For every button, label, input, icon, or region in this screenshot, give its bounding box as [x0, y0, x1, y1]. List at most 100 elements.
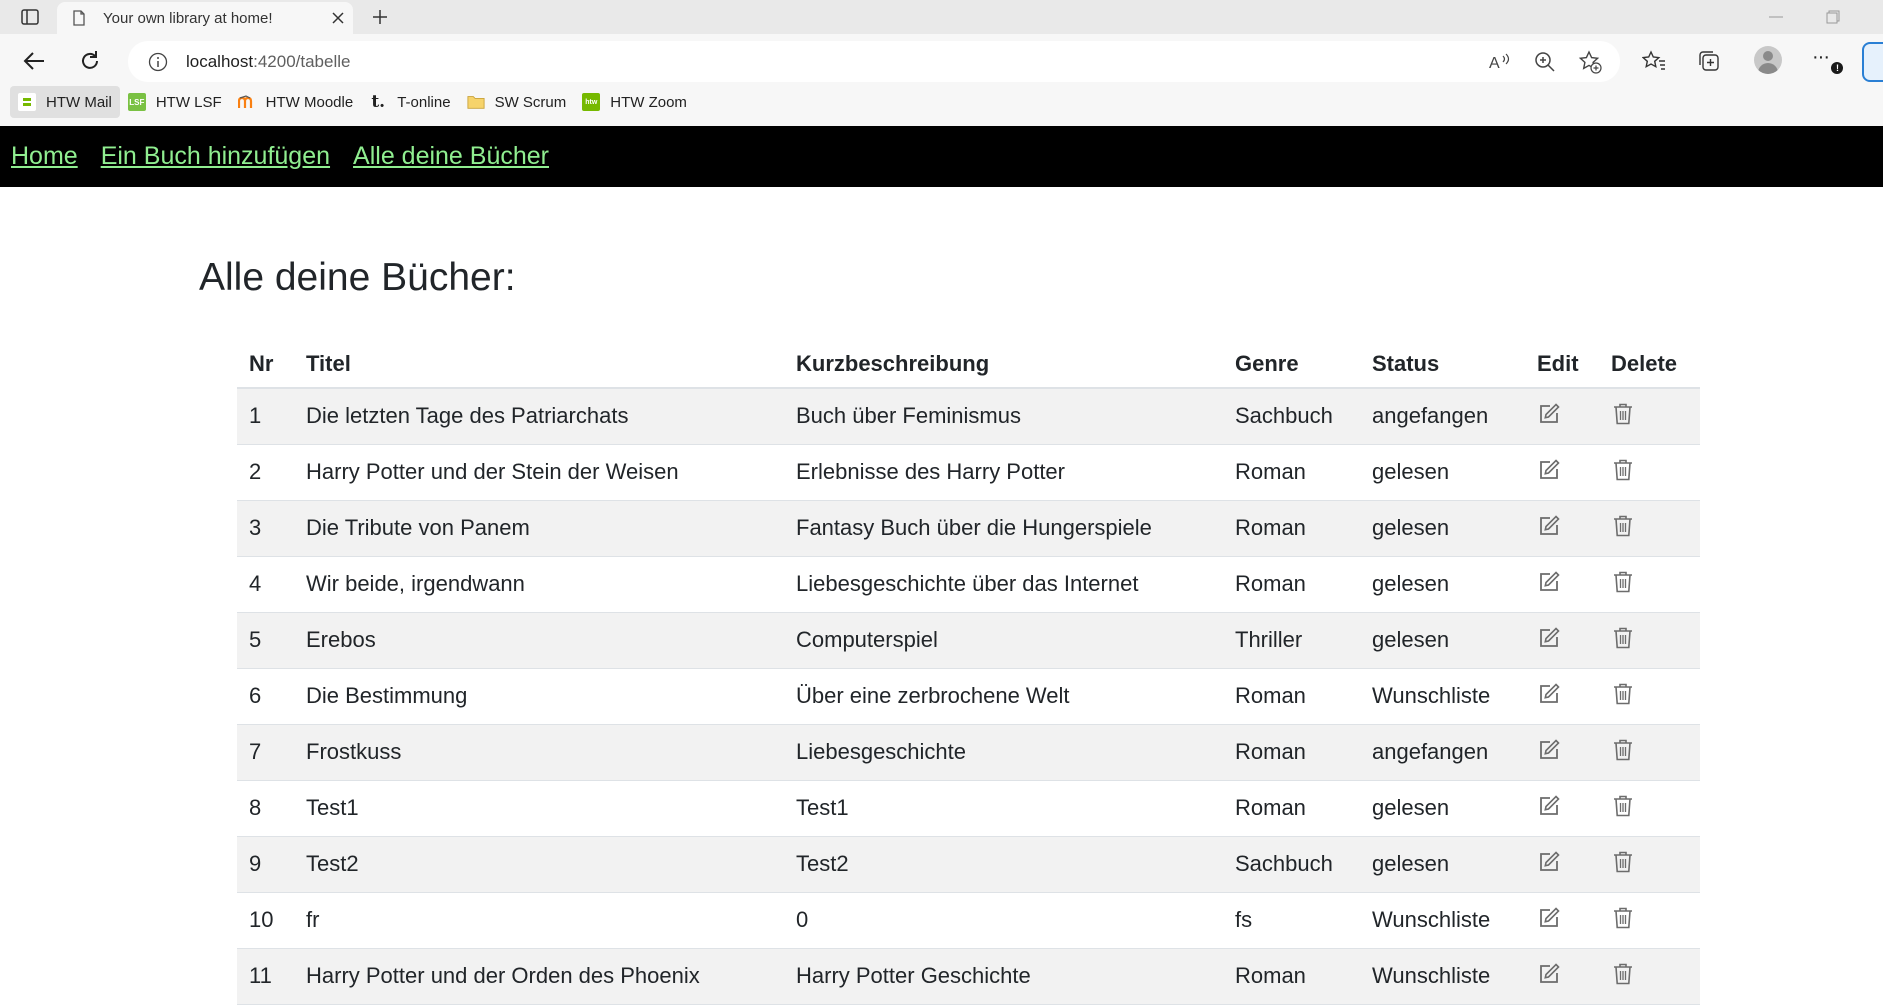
restore-icon[interactable] [1820, 6, 1846, 28]
collections-icon[interactable] [1695, 47, 1723, 75]
reload-icon[interactable] [72, 44, 108, 78]
profile-avatar[interactable] [1754, 46, 1782, 74]
edit-icon[interactable] [1537, 794, 1561, 818]
bookmark-t-online[interactable]: t. T-online [361, 86, 458, 118]
cell-delete [1599, 780, 1700, 837]
edit-icon[interactable] [1537, 458, 1561, 482]
edit-icon[interactable] [1537, 738, 1561, 762]
edge-sidebar-icon[interactable] [1862, 42, 1883, 82]
edit-icon[interactable] [1537, 850, 1561, 874]
bookmark-label: HTW LSF [155, 93, 222, 111]
new-tab-icon[interactable] [366, 4, 394, 30]
trash-icon[interactable] [1611, 514, 1635, 538]
edit-icon[interactable] [1537, 906, 1561, 930]
edit-icon[interactable] [1537, 402, 1561, 426]
page-title: Alle deine Bücher: [199, 256, 516, 299]
cell-edit [1525, 948, 1599, 1005]
edit-icon[interactable] [1537, 514, 1561, 538]
cell-status: gelesen [1360, 836, 1525, 893]
bookmark-htw-mail[interactable]: HTW Mail [10, 86, 120, 118]
cell-delete [1599, 892, 1700, 949]
back-icon[interactable] [16, 44, 52, 78]
cell-delete [1599, 556, 1700, 613]
cell-nr: 9 [237, 836, 294, 893]
cell-delete [1599, 444, 1700, 501]
cell-edit [1525, 556, 1599, 613]
edit-icon[interactable] [1537, 570, 1561, 594]
trash-icon[interactable] [1611, 906, 1635, 930]
cell-nr: 7 [237, 724, 294, 781]
edit-icon[interactable] [1537, 962, 1561, 986]
cell-title: Harry Potter und der Orden des Phoenix [294, 948, 784, 1005]
bookmark-label: T-online [397, 93, 451, 111]
edit-icon[interactable] [1537, 682, 1561, 706]
cell-edit [1525, 500, 1599, 557]
header-genre: Genre [1223, 340, 1360, 389]
cell-nr: 4 [237, 556, 294, 613]
cell-edit [1525, 724, 1599, 781]
table-row: 6 Die Bestimmung Über eine zerbrochene W… [237, 668, 1700, 725]
cell-edit [1525, 388, 1599, 445]
trash-icon[interactable] [1611, 626, 1635, 650]
minimize-icon[interactable] [1763, 6, 1789, 28]
bookmark-htw-zoom[interactable]: htw HTW Zoom [574, 86, 695, 118]
bookmark-label: HTW Zoom [610, 93, 687, 111]
nav-link-home[interactable]: Home [11, 142, 78, 171]
trash-icon[interactable] [1611, 458, 1635, 482]
cell-edit [1525, 612, 1599, 669]
cell-edit [1525, 444, 1599, 501]
trash-icon[interactable] [1611, 738, 1635, 762]
svg-text:A: A [1489, 55, 1500, 72]
table-row: 5 Erebos Computerspiel Thriller gelesen [237, 612, 1700, 669]
cell-delete [1599, 500, 1700, 557]
cell-description: Buch über Feminismus [784, 388, 1223, 445]
favorites-icon[interactable] [1640, 47, 1668, 75]
trash-icon[interactable] [1611, 570, 1635, 594]
table-row: 9 Test2 Test2 Sachbuch gelesen [237, 836, 1700, 893]
cell-status: Wunschliste [1360, 668, 1525, 725]
more-options-icon[interactable]: ···! [1812, 46, 1846, 74]
address-bar[interactable]: localhost:4200/tabelle A [128, 41, 1620, 82]
cell-description: Erlebnisse des Harry Potter [784, 444, 1223, 501]
table-row: 1 Die letzten Tage des Patriarchats Buch… [237, 388, 1700, 445]
cell-status: angefangen [1360, 388, 1525, 445]
trash-icon[interactable] [1611, 850, 1635, 874]
trash-icon[interactable] [1611, 794, 1635, 818]
cell-edit [1525, 892, 1599, 949]
bookmark-sw-scrum[interactable]: SW Scrum [459, 86, 575, 118]
trash-icon[interactable] [1611, 682, 1635, 706]
nav-link-all-books[interactable]: Alle deine Bücher [353, 142, 549, 171]
cell-genre: fs [1223, 892, 1360, 949]
cell-delete [1599, 948, 1700, 1005]
cell-nr: 11 [237, 948, 294, 1005]
nav-link-add-book[interactable]: Ein Buch hinzufügen [101, 142, 330, 171]
trash-icon[interactable] [1611, 962, 1635, 986]
trash-icon[interactable] [1611, 402, 1635, 426]
cell-nr: 6 [237, 668, 294, 725]
books-table: Nr Titel Kurzbeschreibung Genre Status E… [237, 340, 1700, 1005]
zoom-icon[interactable] [1533, 50, 1557, 74]
t-online-icon: t. [371, 92, 386, 112]
bookmark-htw-moodle[interactable]: HTW Moodle [230, 86, 362, 118]
cell-delete [1599, 388, 1700, 445]
browser-tab[interactable]: Your own library at home! [57, 2, 353, 34]
cell-title: Die letzten Tage des Patriarchats [294, 388, 784, 445]
bookmark-htw-lsf[interactable]: LSF HTW LSF [120, 86, 230, 118]
cell-edit [1525, 780, 1599, 837]
read-aloud-icon[interactable]: A [1488, 50, 1512, 74]
edit-icon[interactable] [1537, 626, 1561, 650]
tab-actions-icon[interactable] [18, 6, 42, 28]
header-description: Kurzbeschreibung [784, 340, 1223, 389]
folder-icon [467, 93, 485, 111]
info-icon[interactable] [148, 52, 168, 72]
tab-title: Your own library at home! [103, 9, 273, 27]
cell-genre: Sachbuch [1223, 388, 1360, 445]
moodle-icon [237, 93, 256, 111]
header-title: Titel [294, 340, 784, 389]
close-icon[interactable] [323, 6, 353, 30]
add-favorite-icon[interactable] [1578, 50, 1602, 74]
header-status: Status [1360, 340, 1525, 389]
cell-description: Liebesgeschichte [784, 724, 1223, 781]
cell-description: Über eine zerbrochene Welt [784, 668, 1223, 725]
htw-mail-icon [18, 93, 36, 111]
